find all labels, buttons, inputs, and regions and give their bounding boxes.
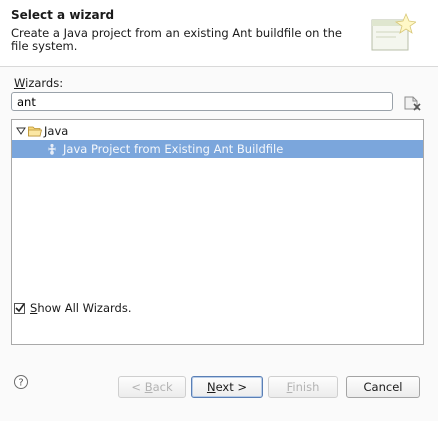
wizards-label: Wizards: <box>14 76 64 90</box>
tree-item-java[interactable]: Java <box>12 122 423 140</box>
wizard-body: Wizards: Java <box>0 67 438 357</box>
tree-item-java-project-from-ant[interactable]: Java Project from Existing Ant Buildfile <box>12 140 423 158</box>
show-all-wizards-checkbox[interactable]: Show All Wizards. <box>14 300 131 316</box>
button-bar: ? < Back Next > Finish Cancel <box>0 357 438 421</box>
next-button[interactable]: Next > <box>191 376 263 398</box>
clear-filter-icon[interactable] <box>401 94 423 112</box>
tree-item-label: Java Project from Existing Ant Buildfile <box>63 142 284 156</box>
checkbox-checked-icon[interactable] <box>14 302 25 314</box>
header-title: Select a wizard <box>11 8 115 22</box>
header-description: Create a Java project from an existing A… <box>11 26 342 53</box>
cancel-button[interactable]: Cancel <box>346 376 420 398</box>
finish-button[interactable]: Finish <box>268 376 338 398</box>
show-all-label: Show All Wizards. <box>30 301 132 315</box>
svg-text:?: ? <box>18 378 23 389</box>
ant-icon <box>47 143 57 155</box>
back-button[interactable]: < Back <box>118 376 186 398</box>
folder-icon <box>28 126 42 137</box>
tree-item-label: Java <box>44 124 69 138</box>
wizard-header: Select a wizard Create a Java project fr… <box>0 0 438 67</box>
new-wizard-dialog: Select a wizard Create a Java project fr… <box>0 0 438 421</box>
wizard-filter-input[interactable] <box>11 92 393 111</box>
expand-arrow-icon[interactable] <box>16 125 26 137</box>
help-icon[interactable]: ? <box>13 374 29 390</box>
wizard-banner-icon <box>371 12 416 51</box>
